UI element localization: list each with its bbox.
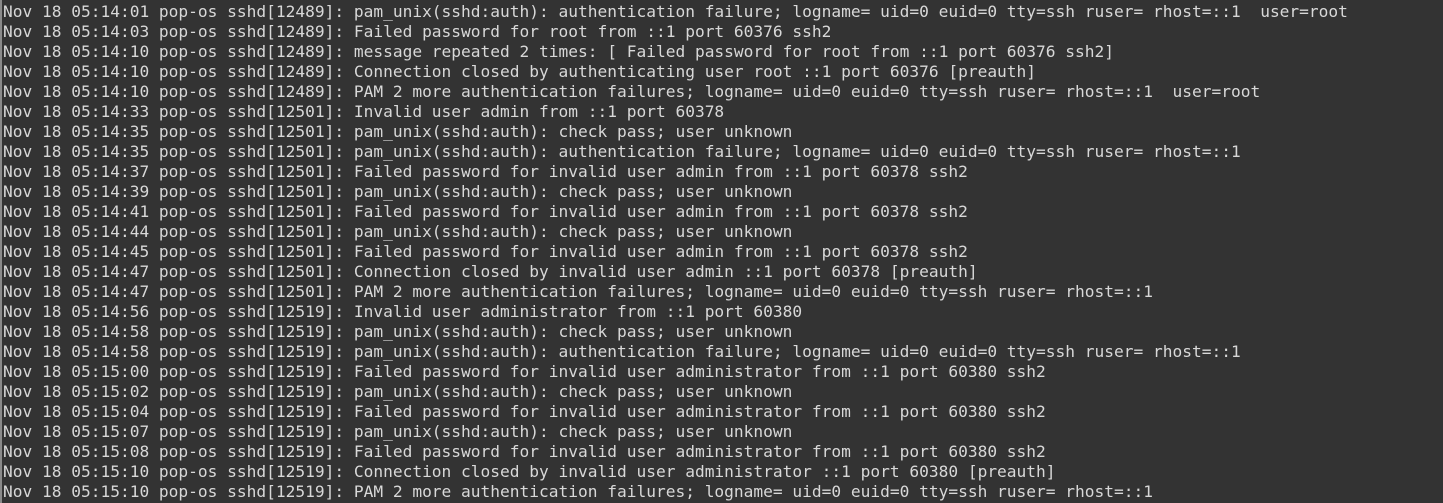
log-line: Nov 18 05:14:41 pop-os sshd[12501]: Fail…	[3, 202, 968, 221]
log-line: Nov 18 05:15:02 pop-os sshd[12519]: pam_…	[3, 382, 793, 401]
log-line: Nov 18 05:14:35 pop-os sshd[12501]: pam_…	[3, 142, 1241, 161]
terminal-left-border	[0, 0, 2, 503]
log-line: Nov 18 05:14:10 pop-os sshd[12489]: Conn…	[3, 62, 1037, 81]
log-line: Nov 18 05:15:07 pop-os sshd[12519]: pam_…	[3, 422, 793, 441]
log-line: Nov 18 05:15:00 pop-os sshd[12519]: Fail…	[3, 362, 1046, 381]
log-line: Nov 18 05:15:10 pop-os sshd[12519]: PAM …	[3, 482, 1153, 501]
log-line: Nov 18 05:14:39 pop-os sshd[12501]: pam_…	[3, 182, 793, 201]
log-output[interactable]: Nov 18 05:14:01 pop-os sshd[12489]: pam_…	[3, 2, 1348, 502]
log-line: Nov 18 05:14:45 pop-os sshd[12501]: Fail…	[3, 242, 968, 261]
log-line: Nov 18 05:14:47 pop-os sshd[12501]: PAM …	[3, 282, 1153, 301]
log-line: Nov 18 05:14:03 pop-os sshd[12489]: Fail…	[3, 22, 832, 41]
log-line: Nov 18 05:14:44 pop-os sshd[12501]: pam_…	[3, 222, 793, 241]
log-line: Nov 18 05:14:37 pop-os sshd[12501]: Fail…	[3, 162, 968, 181]
log-line: Nov 18 05:14:33 pop-os sshd[12501]: Inva…	[3, 102, 725, 121]
log-line: Nov 18 05:15:04 pop-os sshd[12519]: Fail…	[3, 402, 1046, 421]
log-line: Nov 18 05:14:35 pop-os sshd[12501]: pam_…	[3, 122, 793, 141]
log-line: Nov 18 05:14:47 pop-os sshd[12501]: Conn…	[3, 262, 978, 281]
log-line: Nov 18 05:14:10 pop-os sshd[12489]: PAM …	[3, 82, 1261, 101]
log-line: Nov 18 05:14:58 pop-os sshd[12519]: pam_…	[3, 322, 793, 341]
log-line: Nov 18 05:15:08 pop-os sshd[12519]: Fail…	[3, 442, 1046, 461]
log-line: Nov 18 05:14:01 pop-os sshd[12489]: pam_…	[3, 2, 1348, 21]
log-line: Nov 18 05:15:10 pop-os sshd[12519]: Conn…	[3, 462, 1056, 481]
log-line: Nov 18 05:14:56 pop-os sshd[12519]: Inva…	[3, 302, 803, 321]
terminal-window[interactable]: Nov 18 05:14:01 pop-os sshd[12489]: pam_…	[0, 0, 1443, 503]
log-line: Nov 18 05:14:10 pop-os sshd[12489]: mess…	[3, 42, 1115, 61]
log-line: Nov 18 05:14:58 pop-os sshd[12519]: pam_…	[3, 342, 1241, 361]
